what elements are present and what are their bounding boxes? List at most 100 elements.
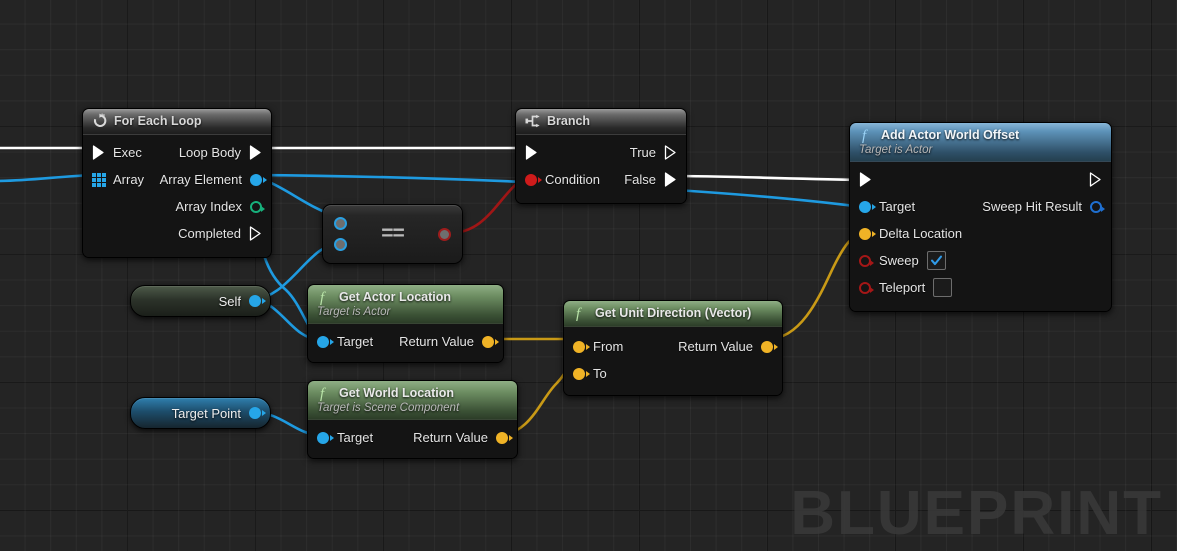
node-body: From Return Value To <box>564 327 782 395</box>
svg-text:f: f <box>576 306 582 321</box>
vector-pin[interactable] <box>859 227 876 240</box>
svg-text:f: f <box>862 128 868 143</box>
node-body: Exec Loop Body Array Array Element Array… <box>83 135 271 257</box>
vector-pin[interactable] <box>761 340 778 353</box>
exec-pin[interactable] <box>1089 172 1102 187</box>
pin-label: False <box>624 172 656 187</box>
bool-pin[interactable] <box>859 281 874 294</box>
blueprint-watermark: BLUEPRINT <box>790 479 1163 548</box>
variable-label: Target Point <box>171 405 241 421</box>
pin-row-exec-in[interactable]: True <box>516 139 686 166</box>
object-pin[interactable] <box>317 335 334 348</box>
node-add-actor-world-offset[interactable]: f Add Actor World Offset Target is Actor <box>849 122 1112 312</box>
node-get-unit-direction[interactable]: f Get Unit Direction (Vector) From Retur… <box>563 300 783 396</box>
pin-label: Array Element <box>159 172 242 187</box>
pin-label: Target <box>879 199 916 214</box>
node-body: Target Return Value <box>308 420 517 458</box>
wildcard-input-pin-b[interactable] <box>334 238 347 251</box>
node-body: True Condition False <box>516 135 686 203</box>
node-for-each-loop[interactable]: For Each Loop Exec Loop Body Array Array… <box>82 108 272 258</box>
vector-pin[interactable] <box>573 367 590 380</box>
pin-row-to[interactable]: To <box>564 360 782 387</box>
node-body: Target Return Value <box>308 324 503 362</box>
node-body: Target Sweep Hit Result Delta Location S… <box>850 162 1111 311</box>
exec-pin[interactable] <box>249 145 262 160</box>
node-branch[interactable]: Branch True Condition False <box>515 108 687 204</box>
node-get-actor-location[interactable]: f Get Actor Location Target is Actor Tar… <box>307 284 504 363</box>
node-title: Get Unit Direction (Vector) <box>595 306 752 320</box>
branch-icon <box>525 113 541 129</box>
vector-pin[interactable] <box>496 431 513 444</box>
pin-row-target[interactable]: Target Return Value <box>308 328 503 355</box>
function-icon: f <box>317 289 333 306</box>
node-header: Branch <box>516 109 686 135</box>
node-title: Get Actor Location <box>339 290 452 304</box>
pin-row-sweep[interactable]: Sweep <box>850 247 1111 274</box>
bool-pin[interactable] <box>525 173 542 186</box>
node-get-world-location[interactable]: f Get World Location Target is Scene Com… <box>307 380 518 459</box>
pin-row-array-in[interactable]: Array Array Element <box>83 166 271 193</box>
pin-label: Sweep Hit Result <box>982 199 1082 214</box>
pin-label: Array <box>113 172 145 187</box>
operator-label: == <box>381 222 405 245</box>
pin-label: Target <box>337 430 374 445</box>
pin-row-teleport[interactable]: Teleport <box>850 274 1111 301</box>
node-header: f Get Actor Location Target is Actor <box>308 285 503 324</box>
vector-pin[interactable] <box>573 340 590 353</box>
blueprint-graph-canvas[interactable]: For Each Loop Exec Loop Body Array Array… <box>0 0 1177 551</box>
pin-row-array-index[interactable]: Array Index <box>83 193 271 220</box>
int-pin[interactable] <box>250 200 265 213</box>
node-subtitle: Target is Actor <box>859 144 933 156</box>
pin-row-target[interactable]: Target Sweep Hit Result <box>850 193 1111 220</box>
pin-row-completed[interactable]: Completed <box>83 220 271 247</box>
pin-label: True <box>629 145 656 160</box>
node-target-point-variable[interactable]: Target Point <box>130 397 271 429</box>
pin-label: Sweep <box>879 253 919 268</box>
array-pin[interactable] <box>92 173 106 187</box>
node-title: Add Actor World Offset <box>881 128 1020 142</box>
bool-output-pin[interactable] <box>438 228 451 241</box>
svg-text:f: f <box>320 386 326 401</box>
node-header: f Get Unit Direction (Vector) <box>564 301 782 327</box>
exec-pin[interactable] <box>525 145 538 160</box>
pin-row-exec[interactable] <box>850 166 1111 193</box>
exec-pin[interactable] <box>249 226 262 241</box>
node-equals[interactable]: == <box>322 204 463 264</box>
teleport-checkbox[interactable] <box>933 278 953 297</box>
pin-row-target[interactable]: Target Return Value <box>308 424 517 451</box>
object-pin[interactable] <box>250 173 267 186</box>
exec-pin[interactable] <box>664 145 677 160</box>
node-title: For Each Loop <box>114 114 202 128</box>
object-pin[interactable] <box>317 431 334 444</box>
node-subtitle: Target is Actor <box>317 306 391 318</box>
object-pin[interactable] <box>249 407 266 419</box>
node-subtitle: Target is Scene Component <box>317 402 460 414</box>
node-title: Branch <box>547 114 591 128</box>
node-self-variable[interactable]: Self <box>130 285 271 317</box>
bool-pin[interactable] <box>859 254 874 267</box>
pin-label: Completed <box>178 226 241 241</box>
object-pin[interactable] <box>859 200 876 213</box>
sweep-checkbox[interactable] <box>926 251 946 270</box>
pin-label: From <box>593 339 624 354</box>
pin-label: Condition <box>545 172 600 187</box>
pin-label: Teleport <box>879 280 926 295</box>
exec-pin[interactable] <box>92 145 105 160</box>
struct-pin[interactable] <box>1090 200 1105 213</box>
object-pin[interactable] <box>249 295 266 307</box>
pin-row-from[interactable]: From Return Value <box>564 333 782 360</box>
pin-label: Exec <box>113 145 142 160</box>
exec-pin[interactable] <box>664 172 677 187</box>
function-icon: f <box>859 127 875 144</box>
pin-label: Return Value <box>678 339 753 354</box>
pin-row-condition[interactable]: Condition False <box>516 166 686 193</box>
function-icon: f <box>573 305 589 322</box>
pin-row-exec-in[interactable]: Exec Loop Body <box>83 139 271 166</box>
vector-pin[interactable] <box>482 335 499 348</box>
pin-row-delta-location[interactable]: Delta Location <box>850 220 1111 247</box>
pin-label: Return Value <box>413 430 488 445</box>
node-header: f Add Actor World Offset Target is Actor <box>850 123 1111 162</box>
wildcard-input-pin-a[interactable] <box>334 217 347 230</box>
variable-label: Self <box>218 293 241 309</box>
exec-pin[interactable] <box>859 172 872 187</box>
